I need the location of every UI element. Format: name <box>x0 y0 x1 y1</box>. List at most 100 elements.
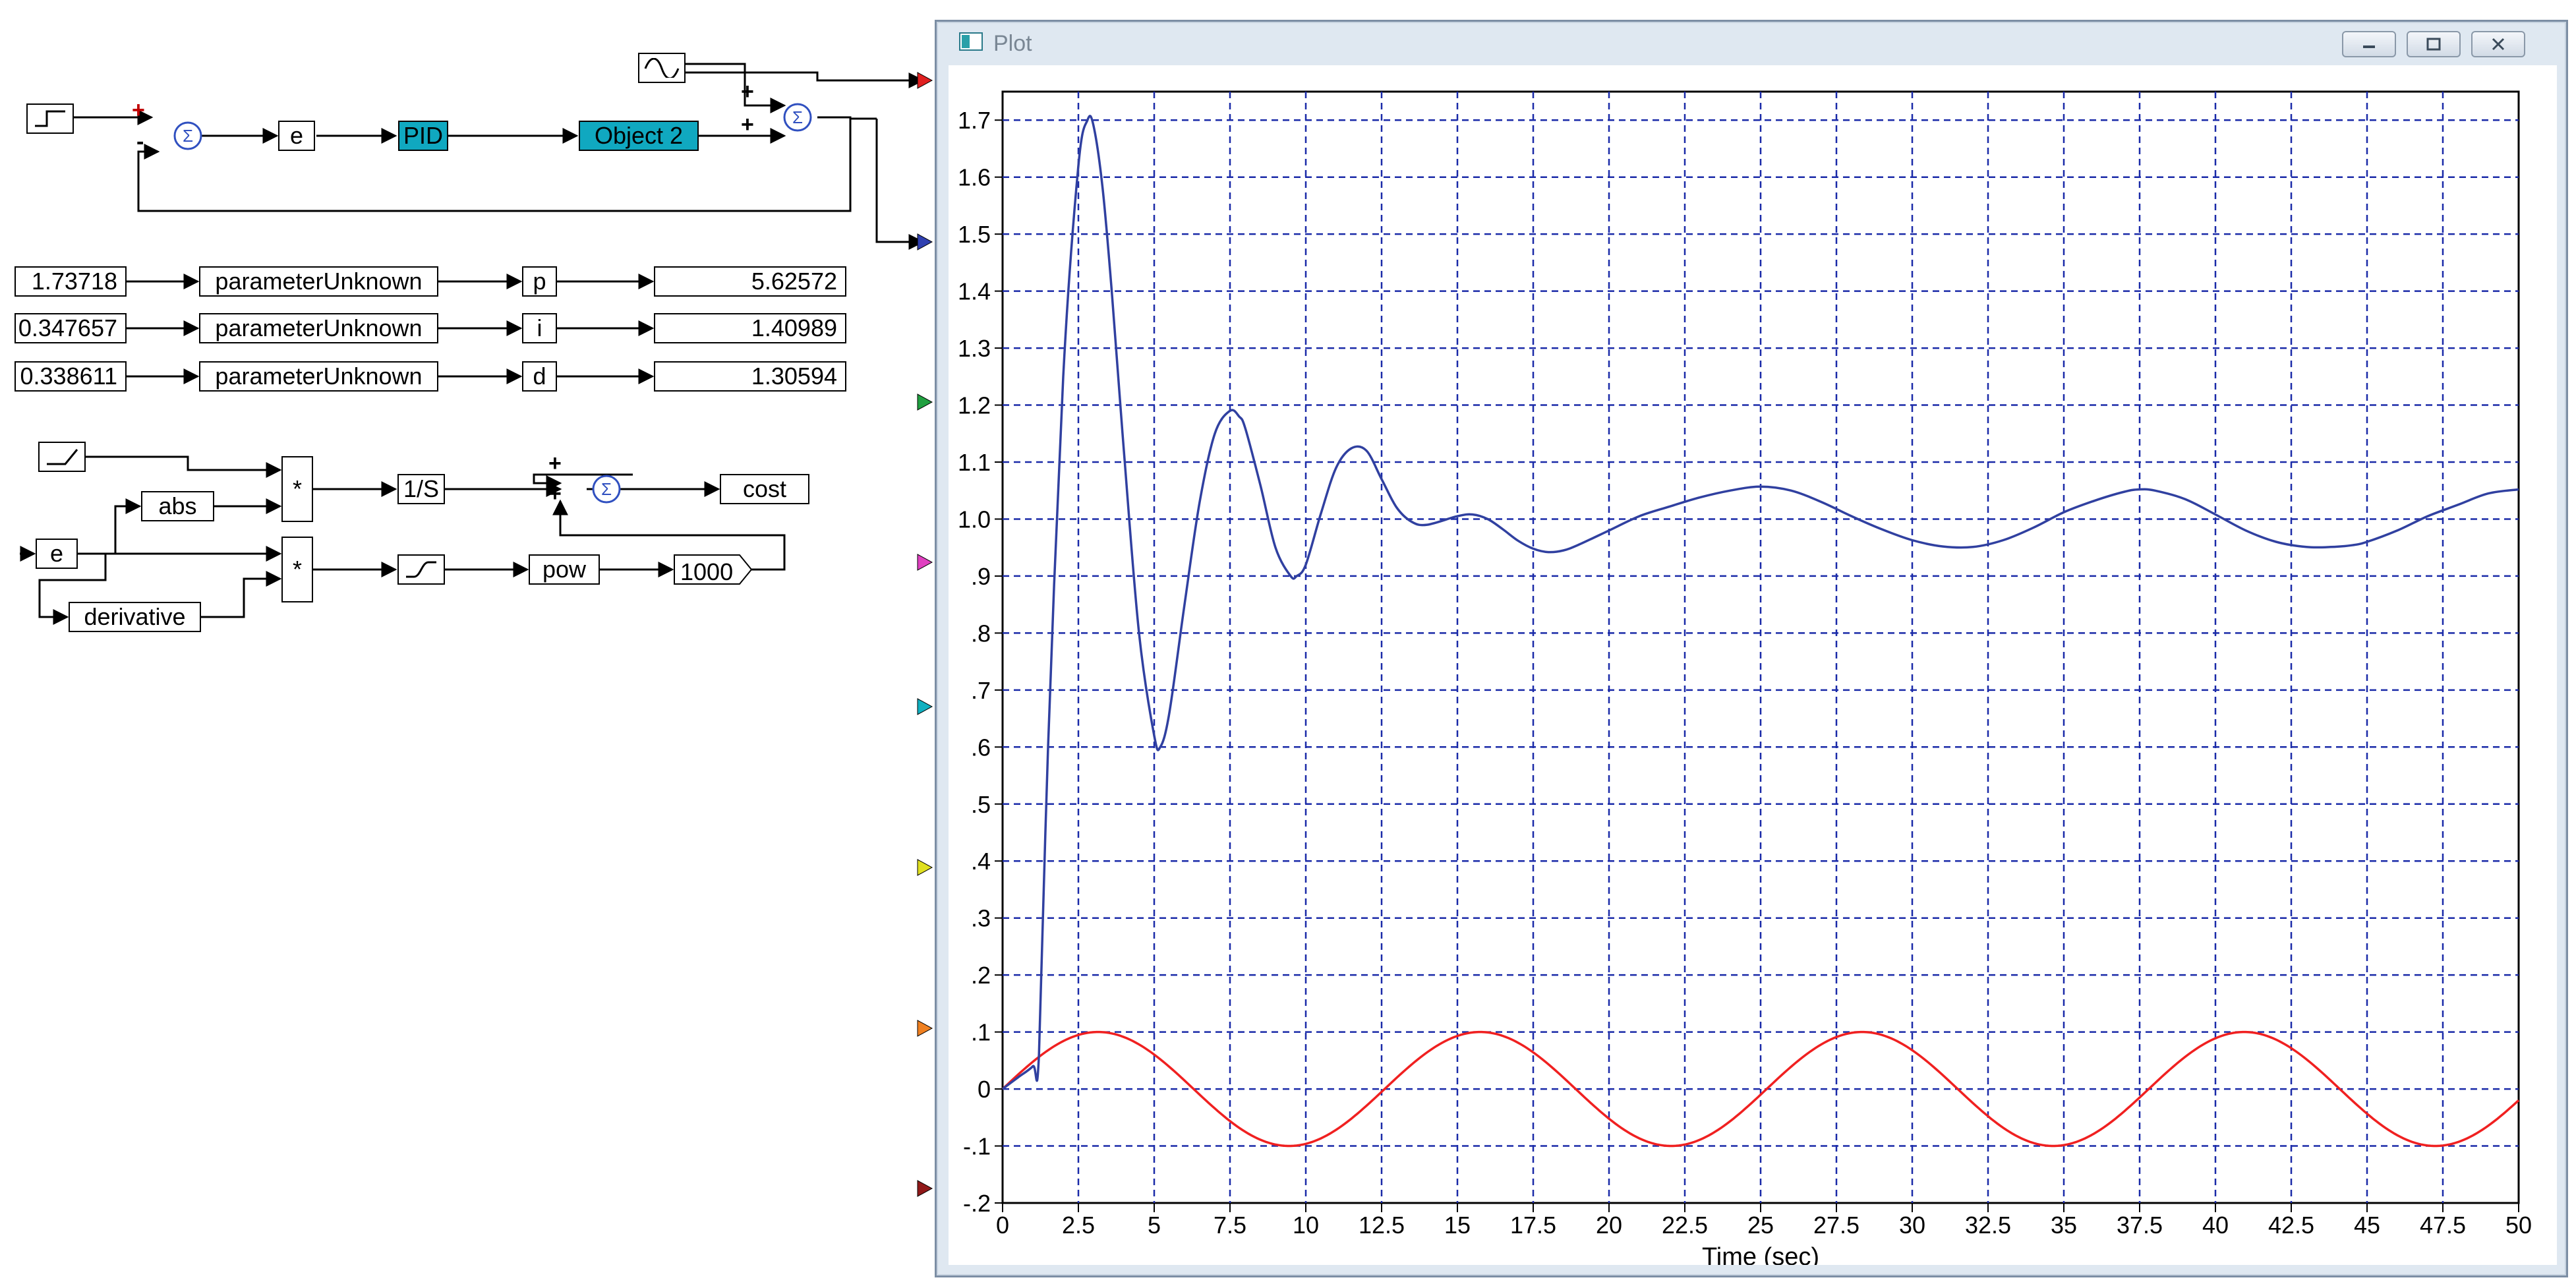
output-port-4[interactable] <box>917 554 933 571</box>
x-tick-label: 12.5 <box>1359 1212 1405 1239</box>
y-tick-label: 1.7 <box>958 107 991 134</box>
y-tick-label: 1.5 <box>958 221 991 248</box>
close-icon <box>2492 38 2505 51</box>
x-tick-label: 40 <box>2202 1212 2229 1239</box>
y-tick-label: 1.4 <box>958 278 991 305</box>
maximize-icon <box>2426 38 2441 51</box>
x-tick-label: 32.5 <box>1965 1212 2011 1239</box>
x-tick-label: 25 <box>1747 1212 1774 1239</box>
ramp-source-icon[interactable] <box>38 442 86 472</box>
y-tick-label: .3 <box>971 905 991 932</box>
pid-block[interactable]: PID <box>398 121 448 151</box>
y-tick-label: .1 <box>971 1019 991 1046</box>
x-tick-label: 50 <box>2505 1212 2532 1239</box>
output-port-1[interactable] <box>917 72 933 89</box>
y-tick-label: .5 <box>971 791 991 818</box>
sum1-plus: + <box>132 98 145 123</box>
output-port-6[interactable] <box>917 859 933 876</box>
y-tick-label: -.1 <box>963 1133 991 1160</box>
step-source-icon[interactable] <box>26 103 74 134</box>
minimize-button[interactable] <box>2342 31 2396 57</box>
output-port-5[interactable] <box>917 698 933 715</box>
y-tick-label: 1.3 <box>958 335 991 362</box>
param-d-name[interactable]: d <box>522 361 557 392</box>
x-axis-label: Time (sec) <box>1702 1243 1819 1265</box>
x-tick-label: 37.5 <box>2117 1212 2163 1239</box>
plot-area[interactable]: 0 2.5 5 7.5 10 12.5 15 17.5 20 22.5 25 27.5 30 32.5 35… <box>949 65 2557 1265</box>
param-p-initial[interactable]: 1.73718 <box>15 266 127 297</box>
y-tick-label: 1.0 <box>958 506 991 533</box>
x-tick-label: 30 <box>1899 1212 1925 1239</box>
param-i-block[interactable]: parameterUnknown <box>199 313 438 343</box>
x-tick-label: 27.5 <box>1813 1212 1859 1239</box>
cost-output[interactable]: cost <box>720 474 809 504</box>
sum2-plus-top: + <box>741 79 754 104</box>
sum2-plus-bottom: + <box>741 112 754 137</box>
sigma-1: Σ <box>183 126 193 146</box>
error-input[interactable]: e <box>36 539 78 569</box>
pow-block[interactable]: pow <box>529 554 600 585</box>
param-d-initial[interactable]: 0.338611 <box>15 361 127 392</box>
line-chart: 0 2.5 5 7.5 10 12.5 15 17.5 20 22.5 25 27.5 30 32.5 35… <box>958 90 2532 1265</box>
x-tick-label: 47.5 <box>2420 1212 2466 1239</box>
diagram-wires: Σ Σ Σ <box>20 63 933 1197</box>
param-d-result[interactable]: 1.30594 <box>654 361 846 392</box>
x-tick-label: 5 <box>1148 1212 1161 1239</box>
param-i-initial[interactable]: 0.347657 <box>15 313 127 343</box>
param-i-result[interactable]: 1.40989 <box>654 313 846 343</box>
x-tick-label: 15 <box>1444 1212 1471 1239</box>
sum3-plus-top: + <box>548 451 562 476</box>
param-p-result[interactable]: 5.62572 <box>654 266 846 297</box>
x-tick-label: 0 <box>996 1212 1009 1239</box>
title-bar[interactable]: Plot <box>937 22 2566 60</box>
x-tick-label: 35 <box>2051 1212 2077 1239</box>
x-tick-label: 20 <box>1596 1212 1622 1239</box>
plot-window[interactable]: Plot 0 2.5 5 7.5 10 12.5 15 17.5 20 22.5 25 27.5 30 3… <box>935 20 2568 1277</box>
saturation-block[interactable] <box>397 554 445 585</box>
param-i-name[interactable]: i <box>522 313 557 343</box>
sine-source-icon[interactable] <box>638 53 686 83</box>
sum3-plus-bottom: + <box>548 481 562 506</box>
block-diagram: Σ Σ Σ + - e PID Object 2 + + 1.73718 par… <box>0 0 936 1288</box>
sigma-2: Σ <box>792 107 803 127</box>
x-tick-label: 10 <box>1293 1212 1319 1239</box>
y-tick-label: .9 <box>971 563 991 590</box>
gain-label: 1000 <box>680 558 734 585</box>
x-tick-label: 2.5 <box>1062 1212 1095 1239</box>
param-p-name[interactable]: p <box>522 266 557 297</box>
param-d-block[interactable]: parameterUnknown <box>199 361 438 392</box>
y-tick-label: 1.6 <box>958 164 991 191</box>
y-tick-label: .4 <box>971 848 991 875</box>
plot-window-icon <box>959 32 983 51</box>
maximize-button[interactable] <box>2407 31 2461 57</box>
abs-block[interactable]: abs <box>141 491 214 521</box>
output-port-3[interactable] <box>917 394 933 411</box>
error-block[interactable]: e <box>278 121 315 151</box>
x-tick-label: 42.5 <box>2268 1212 2314 1239</box>
output-port-7[interactable] <box>917 1020 933 1037</box>
derivative-block[interactable]: derivative <box>69 602 201 632</box>
window-title: Plot <box>993 31 1032 56</box>
object-block[interactable]: Object 2 <box>579 121 699 151</box>
y-tick-label: .6 <box>971 734 991 761</box>
y-tick-label: .8 <box>971 620 991 647</box>
y-tick-label: .7 <box>971 677 991 704</box>
y-tick-label: 1.2 <box>958 392 991 419</box>
output-port-8[interactable] <box>917 1180 933 1197</box>
multiply-block-1[interactable]: * <box>281 456 313 522</box>
param-p-block[interactable]: parameterUnknown <box>199 266 438 297</box>
y-tick-label: 1.1 <box>958 449 991 476</box>
x-tick-label: 17.5 <box>1510 1212 1556 1239</box>
minimize-icon <box>2363 45 2375 48</box>
x-tick-label: 7.5 <box>1214 1212 1246 1239</box>
x-tick-label: 22.5 <box>1662 1212 1708 1239</box>
output-port-2[interactable] <box>917 233 933 250</box>
sigma-3: Σ <box>601 479 612 499</box>
gain-block[interactable]: 1000 <box>674 554 753 585</box>
x-tick-label: 45 <box>2354 1212 2380 1239</box>
close-button[interactable] <box>2471 31 2525 57</box>
multiply-block-2[interactable]: * <box>281 537 313 602</box>
y-tick-label: -.2 <box>963 1190 991 1217</box>
integrator-block[interactable]: 1/S <box>397 474 445 504</box>
y-tick-label: .2 <box>971 962 991 989</box>
